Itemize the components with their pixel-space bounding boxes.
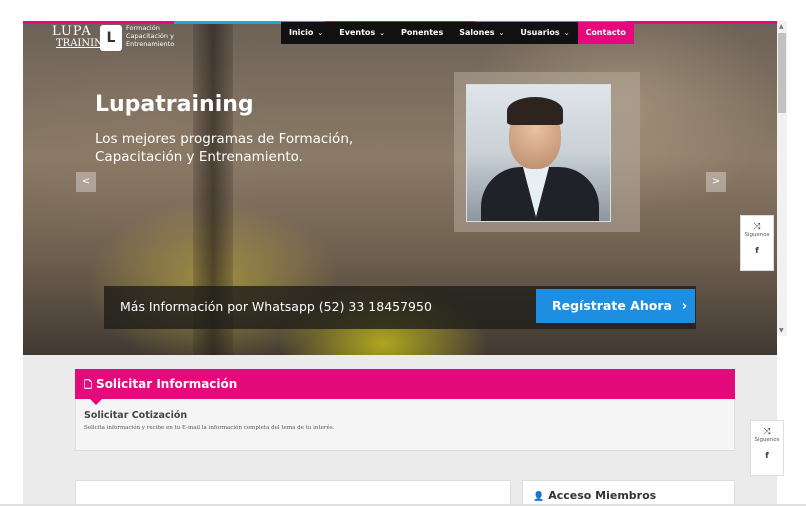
chevron-down-icon: ⌄ (379, 29, 386, 37)
shuffle-icon: ⤨ (763, 427, 771, 437)
user-icon: 👤 (533, 492, 545, 502)
document-icon: 🗋 (84, 380, 93, 391)
nav-item-label: Inicio (289, 28, 314, 37)
whatsapp-cta-bar: Más Información por Whatsapp (52) 33 184… (104, 286, 696, 329)
shuffle-icon: ⤨ (753, 222, 761, 232)
whatsapp-info-text: Más Información por Whatsapp (52) 33 184… (120, 299, 432, 314)
chevron-left-icon: < (81, 176, 91, 187)
request-info-header: 🗋 Solicitar Información (75, 369, 735, 399)
logo-mark-icon: L (100, 25, 122, 51)
hero-scrollbar[interactable]: ▲ ▼ (777, 21, 787, 336)
chevron-down-icon: ⌄ (317, 29, 324, 37)
chevron-right-icon: > (711, 176, 721, 187)
logo-lupa: LUPA (52, 24, 92, 39)
panel-notch (90, 399, 102, 405)
nav-item-label: Ponentes (401, 28, 444, 37)
slide-photo (466, 84, 611, 222)
scrollbar-thumb[interactable] (778, 33, 786, 113)
members-title-text: Acceso Miembros (548, 489, 657, 502)
nav-item-salones[interactable]: Salones ⌄ (451, 22, 512, 44)
nav-item-label: Contacto (585, 28, 626, 37)
social-follow-widget[interactable]: ⤨ Síguenos f (740, 215, 774, 271)
facebook-icon[interactable]: f (741, 246, 773, 255)
quote-request-description: Solicita información y recibe en tu E-ma… (84, 425, 335, 431)
chevron-down-icon: ⌄ (563, 29, 570, 37)
nav-item-inicio[interactable]: Inicio ⌄ (281, 22, 331, 44)
register-button-label: Regístrate Ahora (552, 298, 672, 313)
nav-item-eventos[interactable]: Eventos ⌄ (331, 22, 393, 44)
social-follow-widget-secondary[interactable]: ⤨ Síguenos f (750, 420, 784, 476)
register-button[interactable]: Regístrate Ahora › (536, 289, 695, 323)
slider-prev-button[interactable]: < (76, 172, 96, 192)
logo-tagline: Formación Capacitación y Entrenamiento (126, 24, 196, 48)
scroll-up-icon[interactable]: ▲ (779, 23, 784, 30)
main-nav: Inicio ⌄ Eventos ⌄ Ponentes Salones ⌄ Usuar… (281, 22, 634, 44)
photo-hair (507, 97, 563, 125)
page: LUPA TRAINING L Formación Capacitación y… (0, 0, 806, 506)
nav-item-ponentes[interactable]: Ponentes (393, 22, 451, 44)
follow-label: Síguenos (744, 232, 770, 238)
nav-item-label: Eventos (339, 28, 376, 37)
scroll-down-icon[interactable]: ▼ (779, 327, 784, 334)
members-title: 👤 Acceso Miembros (533, 489, 656, 502)
nav-item-usuarios[interactable]: Usuarios ⌄ (512, 22, 577, 44)
request-info-title: Solicitar Información (96, 377, 238, 391)
logo-tagline-1: Formación (126, 24, 160, 32)
logo-tagline-3: Entrenamiento (126, 40, 175, 48)
nav-item-label: Salones (459, 28, 495, 37)
content-card (75, 480, 511, 506)
members-card: 👤 Acceso Miembros (522, 480, 735, 506)
chevron-right-icon: › (681, 299, 688, 314)
nav-item-contacto[interactable]: Contacto (577, 22, 634, 44)
follow-label: Síguenos (754, 437, 780, 443)
quote-request-title[interactable]: Solicitar Cotización (84, 410, 187, 421)
slider-next-button[interactable]: > (706, 172, 726, 192)
facebook-icon[interactable]: f (751, 451, 783, 460)
slide-subtitle: Los mejores programas de Formación, Capa… (95, 131, 354, 165)
request-info-body: Solicitar Cotización Solicita informació… (75, 399, 735, 451)
chevron-down-icon: ⌄ (498, 29, 505, 37)
nav-item-label: Usuarios (520, 28, 560, 37)
slide-title: Lupatraining (95, 92, 254, 117)
site-logo[interactable]: LUPA TRAINING L Formación Capacitación y… (52, 22, 192, 56)
logo-tagline-2: Capacitación y (126, 32, 174, 40)
